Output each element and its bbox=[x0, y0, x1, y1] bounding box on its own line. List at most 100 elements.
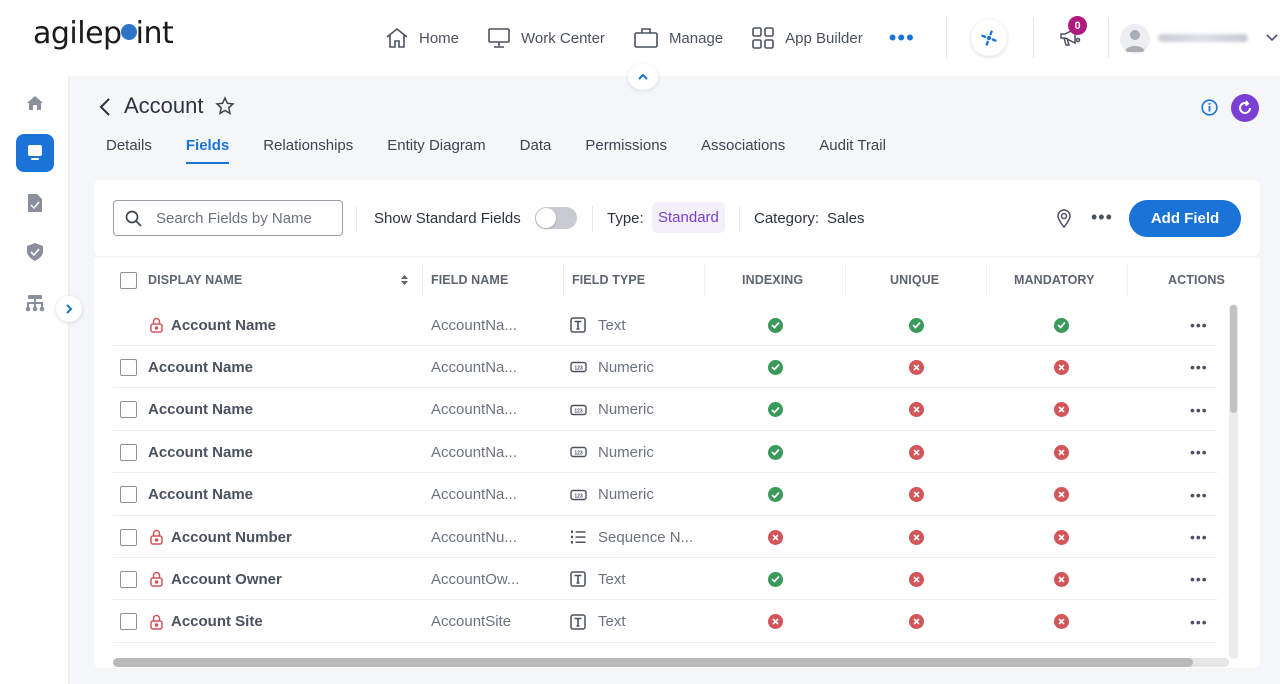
agilepoint-logo[interactable]: agilep int bbox=[33, 16, 174, 51]
show-standard-fields-toggle[interactable] bbox=[535, 207, 577, 229]
search-fields-input[interactable] bbox=[156, 209, 326, 227]
tab-data[interactable]: Data bbox=[520, 137, 552, 165]
row-checkbox[interactable] bbox=[120, 528, 137, 546]
back-arrow-icon[interactable] bbox=[98, 96, 112, 118]
sidebar-security[interactable] bbox=[24, 241, 46, 263]
favorite-star-icon[interactable] bbox=[215, 96, 235, 116]
unique-status bbox=[909, 304, 924, 346]
info-icon[interactable] bbox=[1201, 99, 1218, 116]
collapse-header-button[interactable] bbox=[628, 64, 658, 90]
row-checkbox[interactable] bbox=[120, 443, 137, 461]
col-unique: UNIQUE bbox=[890, 273, 940, 287]
table-row[interactable]: Account Name AccountNa... 123 Numeric ••• bbox=[113, 389, 1217, 431]
nav-manage[interactable]: Manage bbox=[633, 27, 723, 49]
table-row[interactable]: Account Name AccountNa... Text ••• bbox=[113, 304, 1217, 346]
document-check-icon bbox=[28, 194, 42, 212]
nav-app-builder[interactable]: App Builder bbox=[751, 27, 863, 49]
display-name[interactable]: Account Site bbox=[171, 601, 263, 643]
row-actions-button[interactable]: ••• bbox=[1190, 516, 1208, 558]
table-row[interactable]: Account Number AccountNu... Sequence N... •… bbox=[113, 516, 1217, 558]
display-name[interactable]: Account Name bbox=[148, 346, 253, 388]
indexing-status bbox=[768, 346, 783, 388]
org-chart-icon bbox=[25, 295, 45, 312]
divider bbox=[1108, 18, 1109, 58]
tab-audit-trail[interactable]: Audit Trail bbox=[819, 137, 886, 165]
mandatory-status bbox=[1054, 601, 1069, 643]
divider bbox=[946, 18, 947, 58]
nav-home-label: Home bbox=[419, 29, 460, 47]
user-avatar[interactable] bbox=[1120, 24, 1150, 54]
sidebar-entities[interactable] bbox=[16, 134, 54, 172]
field-name: AccountNa... bbox=[431, 401, 517, 419]
text-type-icon bbox=[570, 614, 586, 630]
row-checkbox[interactable] bbox=[120, 570, 137, 588]
display-name[interactable]: Account Number bbox=[171, 516, 292, 558]
chevron-up-icon bbox=[638, 73, 648, 80]
type-filter-chip[interactable]: Standard bbox=[652, 202, 725, 233]
numeric-type-icon: 123 bbox=[570, 404, 587, 415]
display-name[interactable]: Account Name bbox=[148, 431, 253, 473]
logo-text-end: int bbox=[135, 16, 174, 51]
row-actions-button[interactable]: ••• bbox=[1190, 389, 1208, 431]
table-row[interactable]: Account Owner AccountOw... Text ••• bbox=[113, 558, 1217, 601]
row-checkbox[interactable] bbox=[120, 358, 137, 376]
vertical-scrollbar-thumb[interactable] bbox=[1230, 305, 1237, 413]
col-display-name[interactable]: DISPLAY NAME bbox=[148, 273, 242, 287]
row-actions-button[interactable]: ••• bbox=[1190, 304, 1208, 346]
display-name[interactable]: Account Owner bbox=[171, 558, 282, 600]
add-field-button[interactable]: Add Field bbox=[1129, 200, 1241, 237]
field-type: Text bbox=[598, 613, 626, 631]
table-row[interactable]: Account Name AccountNa... 123 Numeric ••• bbox=[113, 346, 1217, 389]
refresh-button[interactable] bbox=[1231, 94, 1259, 122]
row-checkbox[interactable] bbox=[120, 486, 137, 504]
nav-manage-label: Manage bbox=[668, 29, 724, 47]
sidebar-home[interactable] bbox=[24, 92, 46, 114]
user-name-blurred[interactable] bbox=[1158, 34, 1248, 42]
display-name[interactable]: Account Name bbox=[171, 304, 276, 346]
cross-icon bbox=[1054, 487, 1069, 503]
tab-details[interactable]: Details bbox=[106, 137, 152, 165]
table-row[interactable]: Account Name AccountNa... 123 Numeric ••• bbox=[113, 474, 1217, 516]
app-launcher-button[interactable] bbox=[971, 20, 1007, 56]
sidebar-forms[interactable] bbox=[24, 192, 46, 214]
page-title: Account bbox=[124, 93, 204, 118]
table-row[interactable]: Account Site AccountSite Text ••• bbox=[113, 601, 1217, 643]
row-checkbox[interactable] bbox=[120, 613, 137, 631]
field-type: Numeric bbox=[598, 358, 654, 376]
nav-work-center[interactable]: Work Center bbox=[487, 27, 605, 49]
row-actions-button[interactable]: ••• bbox=[1190, 558, 1208, 600]
tab-associations[interactable]: Associations bbox=[701, 137, 785, 165]
sort-icon[interactable] bbox=[400, 274, 409, 286]
row-actions-button[interactable]: ••• bbox=[1190, 346, 1208, 388]
logo-text-start: agilep bbox=[33, 16, 122, 51]
refresh-icon bbox=[1239, 100, 1251, 114]
tab-fields[interactable]: Fields bbox=[185, 137, 230, 165]
row-actions-button[interactable]: ••• bbox=[1190, 474, 1208, 516]
col-field-type: FIELD TYPE bbox=[572, 273, 646, 287]
briefcase-icon bbox=[634, 28, 658, 48]
table-row[interactable]: Account Name AccountNa... 123 Numeric ••• bbox=[113, 431, 1217, 474]
lock-icon bbox=[150, 614, 163, 630]
location-pin-icon[interactable] bbox=[1056, 208, 1072, 228]
nav-home[interactable]: Home bbox=[385, 27, 459, 49]
tab-permissions[interactable]: Permissions bbox=[585, 137, 667, 165]
mandatory-status bbox=[1054, 304, 1069, 346]
chevron-down-icon[interactable] bbox=[1265, 31, 1279, 45]
tab-relationships[interactable]: Relationships bbox=[263, 137, 353, 165]
nav-more-button[interactable]: ••• bbox=[889, 27, 915, 49]
expand-sidebar-button[interactable] bbox=[56, 296, 82, 322]
lock-icon bbox=[150, 572, 163, 588]
row-actions-button[interactable]: ••• bbox=[1190, 601, 1208, 643]
display-name[interactable]: Account Name bbox=[148, 389, 253, 431]
display-name[interactable]: Account Name bbox=[148, 474, 253, 516]
search-icon bbox=[125, 210, 142, 227]
chevron-right-icon bbox=[66, 304, 73, 314]
tab-entity-diagram[interactable]: Entity Diagram bbox=[387, 137, 485, 165]
row-checkbox[interactable] bbox=[120, 401, 137, 419]
toolbar-more-button[interactable]: ••• bbox=[1091, 208, 1113, 226]
lock-icon bbox=[150, 529, 163, 545]
sidebar-hierarchy[interactable] bbox=[24, 292, 46, 314]
horizontal-scrollbar-thumb[interactable] bbox=[113, 658, 1193, 667]
select-all-checkbox[interactable] bbox=[120, 272, 137, 289]
row-actions-button[interactable]: ••• bbox=[1190, 431, 1208, 473]
